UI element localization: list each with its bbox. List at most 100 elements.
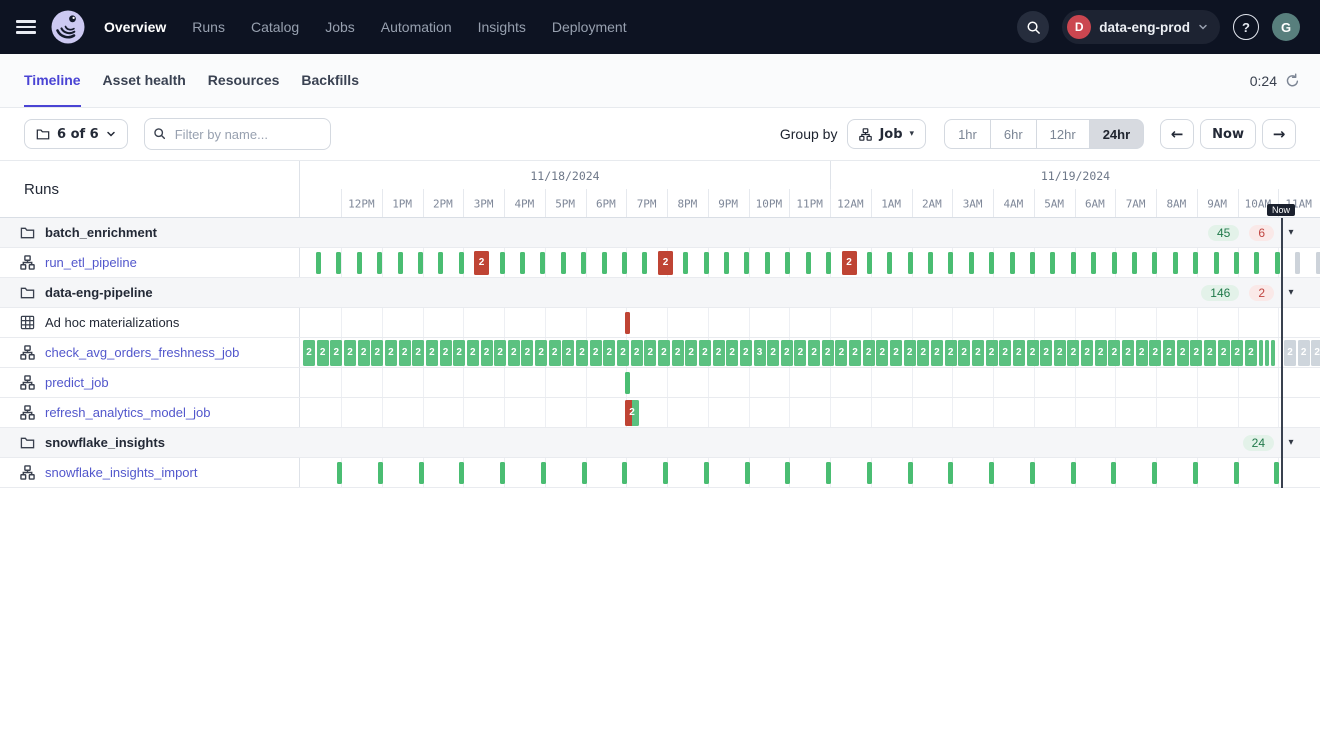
run-mark[interactable] [438, 252, 443, 274]
run-mark[interactable]: 2 [972, 340, 984, 366]
run-mark[interactable]: 2 [1067, 340, 1079, 366]
run-mark[interactable] [459, 252, 464, 274]
run-mark[interactable] [1030, 462, 1035, 484]
run-mark[interactable] [785, 252, 790, 274]
search-icon[interactable] [1017, 11, 1049, 43]
range-6hr[interactable]: 6hr [990, 119, 1037, 149]
run-mark[interactable] [642, 252, 647, 274]
run-mark[interactable] [561, 252, 566, 274]
run-mark[interactable] [908, 252, 913, 274]
run-mark[interactable] [520, 252, 525, 274]
run-mark[interactable]: 2 [999, 340, 1011, 366]
run-mark[interactable] [337, 462, 342, 484]
run-mark[interactable]: 2 [1218, 340, 1230, 366]
nav-item-overview[interactable]: Overview [104, 19, 166, 35]
run-mark[interactable]: 2 [1081, 340, 1093, 366]
run-mark[interactable]: 2 [1040, 340, 1052, 366]
run-mark[interactable]: 2 [672, 340, 684, 366]
run-mark[interactable] [1275, 252, 1280, 274]
run-mark[interactable] [500, 462, 505, 484]
run-mark[interactable] [316, 252, 321, 274]
run-mark[interactable] [1091, 252, 1096, 274]
run-mark[interactable]: 2 [317, 340, 329, 366]
run-mark[interactable] [1259, 340, 1263, 366]
run-mark[interactable] [398, 252, 403, 274]
run-mark[interactable]: 2 [794, 340, 806, 366]
run-mark[interactable]: 2 [1311, 340, 1320, 366]
run-mark[interactable]: 2 [767, 340, 779, 366]
run-mark[interactable] [806, 252, 811, 274]
run-mark[interactable]: 2 [685, 340, 697, 366]
run-mark[interactable]: 2 [617, 340, 629, 366]
run-mark[interactable] [826, 462, 831, 484]
run-mark[interactable] [1254, 252, 1259, 274]
run-mark[interactable]: 2 [330, 340, 342, 366]
run-mark[interactable] [1010, 252, 1015, 274]
run-mark[interactable] [622, 252, 627, 274]
nav-item-jobs[interactable]: Jobs [325, 19, 355, 35]
run-mark[interactable] [704, 252, 709, 274]
tab-asset-health[interactable]: Asset health [103, 54, 186, 107]
range-24hr[interactable]: 24hr [1089, 119, 1144, 149]
run-mark[interactable] [867, 462, 872, 484]
run-mark[interactable] [663, 462, 668, 484]
run-mark[interactable] [948, 252, 953, 274]
run-mark[interactable]: 2 [1284, 340, 1296, 366]
run-mark[interactable]: 2 [358, 340, 370, 366]
nav-item-catalog[interactable]: Catalog [251, 19, 299, 35]
run-mark[interactable] [1071, 252, 1076, 274]
run-mark[interactable]: 2 [1163, 340, 1175, 366]
range-12hr[interactable]: 12hr [1036, 119, 1090, 149]
group-by-select[interactable]: Job ▾ [847, 119, 926, 149]
run-mark[interactable]: 2 [1204, 340, 1216, 366]
run-mark[interactable]: 2 [1190, 340, 1202, 366]
run-mark[interactable]: 2 [1136, 340, 1148, 366]
refresh-countdown[interactable]: 0:24 [1250, 54, 1300, 107]
run-mark[interactable] [1274, 462, 1279, 484]
run-mark[interactable]: 2 [385, 340, 397, 366]
run-mark[interactable]: 2 [781, 340, 793, 366]
run-mark[interactable]: 2 [603, 340, 615, 366]
now-button[interactable]: Now [1200, 119, 1256, 149]
run-mark[interactable] [928, 252, 933, 274]
row-name[interactable]: run_etl_pipeline [45, 255, 137, 270]
run-mark[interactable] [418, 252, 423, 274]
run-mark[interactable]: 2 [467, 340, 479, 366]
nav-item-runs[interactable]: Runs [192, 19, 225, 35]
run-mark[interactable] [1234, 252, 1239, 274]
run-mark[interactable]: 2 [453, 340, 465, 366]
chevron-down-icon[interactable]: ▾ [1284, 287, 1298, 298]
run-mark[interactable]: 2 [835, 340, 847, 366]
run-mark[interactable] [1030, 252, 1035, 274]
run-mark[interactable] [500, 252, 505, 274]
run-mark[interactable] [1112, 252, 1117, 274]
tab-backfills[interactable]: Backfills [301, 54, 359, 107]
run-mark[interactable]: 2 [549, 340, 561, 366]
run-mark[interactable]: 2 [1027, 340, 1039, 366]
run-mark[interactable] [336, 252, 341, 274]
run-mark[interactable] [541, 462, 546, 484]
run-mark[interactable]: 2 [303, 340, 315, 366]
pan-right-button[interactable]: → [1262, 119, 1296, 149]
run-mark[interactable]: 2 [1245, 340, 1257, 366]
run-mark[interactable]: 2 [1149, 340, 1161, 366]
nav-item-deployment[interactable]: Deployment [552, 19, 627, 35]
run-mark[interactable]: 2 [658, 340, 670, 366]
run-mark[interactable]: 2 [590, 340, 602, 366]
run-mark[interactable]: 2 [890, 340, 902, 366]
filter-by-name-input[interactable] [144, 118, 331, 150]
run-mark[interactable] [785, 462, 790, 484]
run-mark[interactable]: 2 [699, 340, 711, 366]
run-mark[interactable] [378, 462, 383, 484]
hamburger-menu-icon[interactable] [16, 20, 36, 33]
chevron-down-icon[interactable]: ▾ [1284, 437, 1298, 448]
run-mark[interactable]: 2 [494, 340, 506, 366]
run-mark[interactable]: 2 [576, 340, 588, 366]
run-mark[interactable] [1152, 462, 1157, 484]
run-mark[interactable] [625, 312, 630, 334]
run-mark[interactable] [1173, 252, 1178, 274]
run-mark[interactable]: 2 [958, 340, 970, 366]
run-mark[interactable] [357, 252, 362, 274]
run-mark[interactable]: 2 [1177, 340, 1189, 366]
row-name[interactable]: predict_job [45, 375, 109, 390]
